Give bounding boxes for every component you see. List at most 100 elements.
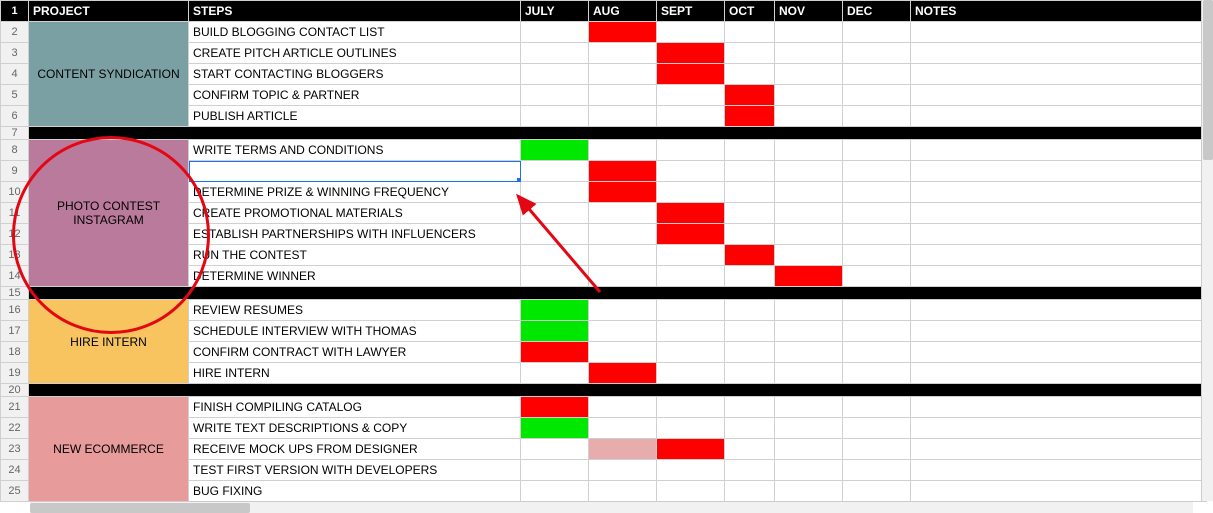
month-cell[interactable] [725, 224, 775, 245]
month-cell[interactable] [657, 85, 725, 106]
notes-cell[interactable] [911, 22, 1207, 43]
row-number[interactable]: 14 [1, 266, 29, 287]
month-cell[interactable] [843, 245, 911, 266]
step-cell[interactable]: PUBLISH ARTICLE [189, 106, 521, 127]
month-cell[interactable] [589, 481, 657, 502]
month-cell[interactable] [589, 300, 657, 321]
month-cell[interactable] [589, 161, 657, 182]
month-cell[interactable] [657, 203, 725, 224]
row-number[interactable]: 13 [1, 245, 29, 266]
month-cell[interactable] [657, 182, 725, 203]
row-number[interactable]: 5 [1, 85, 29, 106]
month-cell[interactable] [775, 22, 843, 43]
row-number[interactable]: 6 [1, 106, 29, 127]
row-number[interactable]: 25 [1, 481, 29, 502]
month-cell[interactable] [725, 85, 775, 106]
month-cell[interactable] [775, 224, 843, 245]
month-cell[interactable] [843, 363, 911, 384]
month-cell[interactable] [843, 300, 911, 321]
month-cell[interactable] [521, 140, 589, 161]
month-cell[interactable] [725, 22, 775, 43]
month-cell[interactable] [775, 245, 843, 266]
spreadsheet[interactable]: 1PROJECTSTEPSJULYAUGSEPTOCTNOVDECNOTES2C… [0, 0, 1207, 502]
month-cell[interactable] [725, 439, 775, 460]
month-cell[interactable] [521, 460, 589, 481]
step-cell[interactable]: WRITE TEXT DESCRIPTIONS & COPY [189, 418, 521, 439]
header-notes[interactable]: NOTES [911, 1, 1207, 22]
month-cell[interactable] [589, 460, 657, 481]
month-cell[interactable] [775, 321, 843, 342]
month-cell[interactable] [843, 22, 911, 43]
step-cell[interactable]: START CONTACTING BLOGGERS [189, 64, 521, 85]
month-cell[interactable] [775, 266, 843, 287]
month-cell[interactable] [775, 106, 843, 127]
step-cell[interactable]: CREATE PROMOTIONAL MATERIALS [189, 203, 521, 224]
month-cell[interactable] [725, 363, 775, 384]
month-cell[interactable] [589, 22, 657, 43]
month-cell[interactable] [775, 363, 843, 384]
row-number[interactable]: 16 [1, 300, 29, 321]
month-cell[interactable] [725, 342, 775, 363]
notes-cell[interactable] [911, 203, 1207, 224]
month-cell[interactable] [725, 43, 775, 64]
month-cell[interactable] [589, 418, 657, 439]
vertical-scrollbar[interactable] [1201, 0, 1213, 501]
month-cell[interactable] [775, 418, 843, 439]
month-cell[interactable] [657, 397, 725, 418]
month-cell[interactable] [657, 342, 725, 363]
month-cell[interactable] [521, 363, 589, 384]
header-month[interactable]: AUG [589, 1, 657, 22]
month-cell[interactable] [843, 266, 911, 287]
header-month[interactable]: DEC [843, 1, 911, 22]
month-cell[interactable] [657, 418, 725, 439]
month-cell[interactable] [521, 224, 589, 245]
row-number[interactable]: 11 [1, 203, 29, 224]
row-number[interactable]: 22 [1, 418, 29, 439]
month-cell[interactable] [657, 300, 725, 321]
horizontal-scrollbar-thumb[interactable] [30, 503, 250, 513]
step-cell[interactable]: BUILD BLOGGING CONTACT LIST [189, 22, 521, 43]
header-month[interactable]: OCT [725, 1, 775, 22]
step-cell[interactable]: REVIEW RESUMES [189, 300, 521, 321]
month-cell[interactable] [725, 161, 775, 182]
month-cell[interactable] [843, 182, 911, 203]
month-cell[interactable] [521, 418, 589, 439]
month-cell[interactable] [775, 397, 843, 418]
month-cell[interactable] [725, 481, 775, 502]
row-number[interactable]: 20 [1, 384, 29, 397]
month-cell[interactable] [657, 161, 725, 182]
month-cell[interactable] [775, 85, 843, 106]
month-cell[interactable] [657, 481, 725, 502]
month-cell[interactable] [521, 22, 589, 43]
row-number[interactable]: 19 [1, 363, 29, 384]
notes-cell[interactable] [911, 266, 1207, 287]
step-cell[interactable]: ESTABLISH PARTNERSHIPS WITH INFLUENCERS [189, 224, 521, 245]
notes-cell[interactable] [911, 224, 1207, 245]
month-cell[interactable] [521, 85, 589, 106]
month-cell[interactable] [725, 266, 775, 287]
month-cell[interactable] [657, 363, 725, 384]
month-cell[interactable] [521, 203, 589, 224]
project-cell[interactable]: NEW ECOMMERCE [29, 397, 189, 502]
month-cell[interactable] [521, 300, 589, 321]
step-cell[interactable]: CONFIRM TOPIC & PARTNER [189, 85, 521, 106]
notes-cell[interactable] [911, 85, 1207, 106]
month-cell[interactable] [589, 85, 657, 106]
row-number[interactable]: 3 [1, 43, 29, 64]
month-cell[interactable] [521, 266, 589, 287]
horizontal-scrollbar[interactable] [30, 501, 1193, 513]
month-cell[interactable] [521, 245, 589, 266]
month-cell[interactable] [657, 22, 725, 43]
month-cell[interactable] [725, 140, 775, 161]
month-cell[interactable] [521, 182, 589, 203]
month-cell[interactable] [725, 460, 775, 481]
month-cell[interactable] [775, 64, 843, 85]
month-cell[interactable] [843, 481, 911, 502]
row-number[interactable]: 2 [1, 22, 29, 43]
month-cell[interactable] [843, 106, 911, 127]
row-number[interactable]: 24 [1, 460, 29, 481]
notes-cell[interactable] [911, 342, 1207, 363]
row-number[interactable]: 4 [1, 64, 29, 85]
month-cell[interactable] [725, 245, 775, 266]
step-cell[interactable]: CONFIRM CONTRACT WITH LAWYER [189, 342, 521, 363]
